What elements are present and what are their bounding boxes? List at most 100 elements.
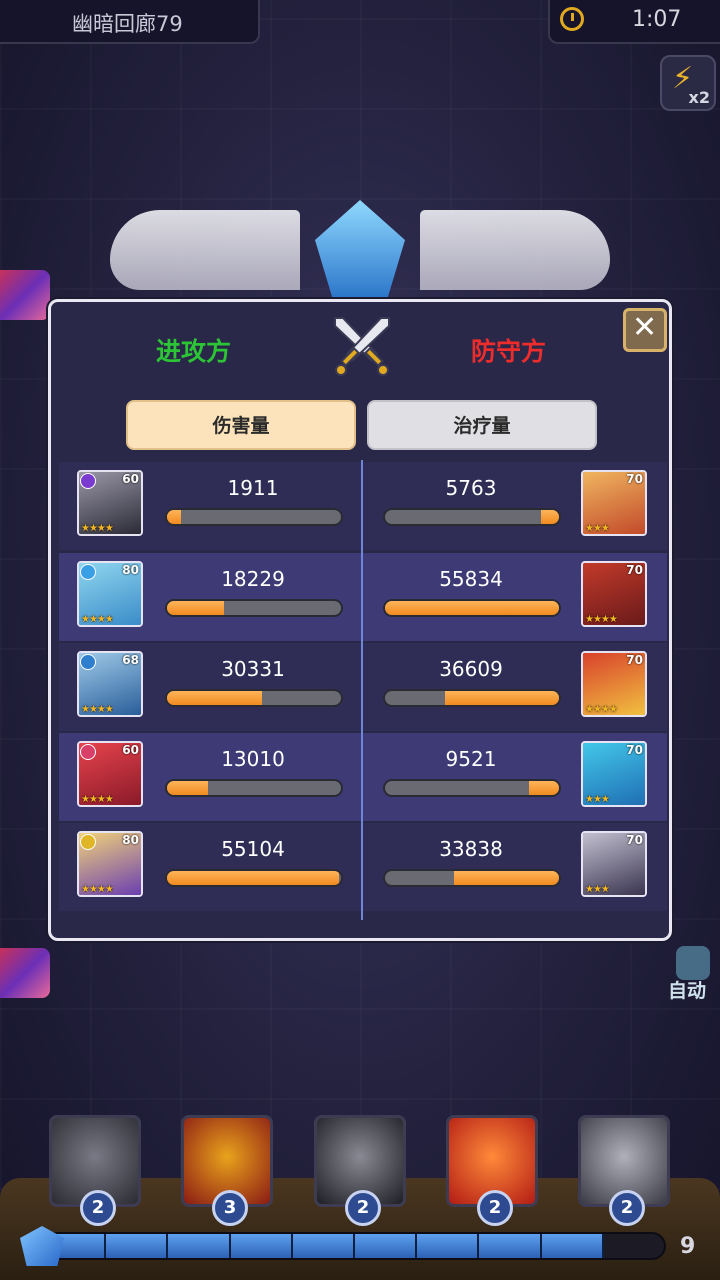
damage-bar: [165, 689, 343, 707]
attacker-portrait[interactable]: 80 ★★★★: [77, 831, 143, 897]
wing-left: [110, 210, 300, 290]
defender-portrait[interactable]: 70 ★★★: [581, 470, 647, 536]
skill-cost-badge: 3: [212, 1190, 248, 1226]
damage-bar-fill: [541, 510, 559, 524]
damage-bar-fill: [167, 691, 262, 705]
skill-vortex-button[interactable]: 2: [49, 1115, 141, 1226]
damage-bar: [165, 869, 343, 887]
damage-bar-fill: [167, 871, 339, 885]
element-icon: [80, 473, 96, 489]
damage-bar: [383, 508, 561, 526]
side-portrait-top[interactable]: [0, 270, 50, 320]
defender-damage-value: 33838: [439, 837, 503, 861]
defender-portrait[interactable]: 70 ★★★: [581, 741, 647, 807]
skill-fire-sigil-button[interactable]: 3: [181, 1115, 273, 1226]
close-button[interactable]: ✕: [623, 308, 667, 352]
stats-table: 60 ★★★★ 1911 70 ★★★ 5763 80 ★★★★ 18229 70 ★★★★ 5583…: [59, 462, 667, 914]
star-rating: ★★★★: [585, 704, 618, 715]
auto-button[interactable]: 自动: [664, 940, 720, 1002]
speed-label: x2: [688, 88, 710, 107]
wing-right: [420, 210, 610, 290]
hero-level: 70: [626, 472, 643, 486]
attacker-portrait[interactable]: 80 ★★★★: [77, 561, 143, 627]
attacker-damage-value: 18229: [221, 567, 285, 591]
center-divider: [361, 460, 363, 920]
hero-level: 70: [626, 653, 643, 667]
star-rating: ★★★★: [81, 884, 114, 895]
star-rating: ★★★★: [81, 794, 114, 805]
hero-level: 80: [122, 563, 139, 577]
table-row: 68 ★★★★ 30331 70 ★★★★ 36609: [59, 643, 667, 731]
tab-healing[interactable]: 治疗量: [367, 400, 597, 450]
hero-level: 70: [626, 743, 643, 757]
element-icon: [80, 834, 96, 850]
victory-emblem: [110, 200, 610, 310]
tab-damage[interactable]: 伤害量: [126, 400, 356, 450]
crossed-swords-icon: [334, 317, 390, 376]
hero-level: 60: [122, 472, 139, 486]
defender-damage-value: 36609: [439, 657, 503, 681]
skill-dark-slash-button[interactable]: 2: [314, 1115, 406, 1226]
clock-icon: [560, 7, 584, 31]
energy-segment: [539, 1234, 542, 1258]
star-rating: ★★★★: [81, 704, 114, 715]
star-rating: ★★★★: [585, 614, 618, 625]
damage-bar: [383, 779, 561, 797]
damage-bar: [383, 869, 561, 887]
energy-segment: [104, 1234, 107, 1258]
attacker-damage-value: 55104: [221, 837, 285, 861]
energy-segment: [353, 1234, 355, 1258]
table-row: 60 ★★★★ 13010 70 ★★★ 9521: [59, 733, 667, 821]
damage-bar-fill: [385, 601, 559, 615]
energy-count: 9: [680, 1234, 696, 1259]
crystal-crest: [315, 200, 405, 300]
skill-flame-strike-button[interactable]: 2: [446, 1115, 538, 1226]
side-portrait-bottom[interactable]: [0, 948, 50, 998]
timer-panel: 1:07: [548, 0, 720, 44]
energy-segment: [601, 1234, 604, 1258]
attacker-portrait[interactable]: 60 ★★★★: [77, 741, 143, 807]
element-icon: [80, 654, 96, 670]
attacker-portrait[interactable]: 60 ★★★★: [77, 470, 143, 536]
defender-portrait[interactable]: 70 ★★★: [581, 831, 647, 897]
energy-segment: [228, 1234, 231, 1258]
table-row: 80 ★★★★ 55104 70 ★★★ 33838: [59, 823, 667, 911]
energy-segment: [415, 1234, 418, 1258]
defender-damage-value: 9521: [445, 747, 497, 771]
energy-fill: [42, 1234, 602, 1258]
energy-segment: [166, 1234, 169, 1258]
skill-spike-burst-button[interactable]: 2: [578, 1115, 670, 1226]
damage-bar-fill: [167, 601, 224, 615]
table-row: 60 ★★★★ 1911 70 ★★★ 5763: [59, 462, 667, 550]
star-rating: ★★★: [585, 884, 610, 895]
auto-label: 自动: [668, 980, 707, 1002]
attacker-damage-value: 13010: [221, 747, 285, 771]
damage-bar-fill: [453, 871, 559, 885]
damage-bar-fill: [167, 510, 181, 524]
skill-cost-badge: 2: [477, 1190, 513, 1226]
defender-label: 防守方: [471, 337, 547, 366]
defender-portrait[interactable]: 70 ★★★★: [581, 651, 647, 717]
attacker-damage-value: 1911: [227, 476, 279, 500]
hero-level: 70: [626, 833, 643, 847]
element-icon: [80, 564, 96, 580]
hero-level: 68: [122, 653, 139, 667]
table-row: 80 ★★★★ 18229 70 ★★★★ 55834: [59, 553, 667, 641]
damage-bar: [165, 779, 343, 797]
defender-damage-value: 55834: [439, 567, 503, 591]
hero-level: 60: [122, 743, 139, 757]
energy-segment: [290, 1234, 293, 1258]
energy-segment: [477, 1234, 480, 1258]
battle-timer: 1:07: [632, 7, 682, 32]
damage-bar-fill: [529, 781, 559, 795]
skill-cost-badge: 2: [345, 1190, 381, 1226]
speed-button[interactable]: ⚡ x2: [660, 55, 716, 111]
attacker-label: 进攻方: [156, 337, 232, 366]
shield-icon: [676, 946, 710, 980]
close-icon: ✕: [632, 310, 658, 345]
skill-cost-badge: 2: [609, 1190, 645, 1226]
attacker-portrait[interactable]: 68 ★★★★: [77, 651, 143, 717]
stage-banner: 幽暗回廊79: [0, 0, 260, 44]
defender-portrait[interactable]: 70 ★★★★: [581, 561, 647, 627]
attacker-damage-value: 30331: [221, 657, 285, 681]
